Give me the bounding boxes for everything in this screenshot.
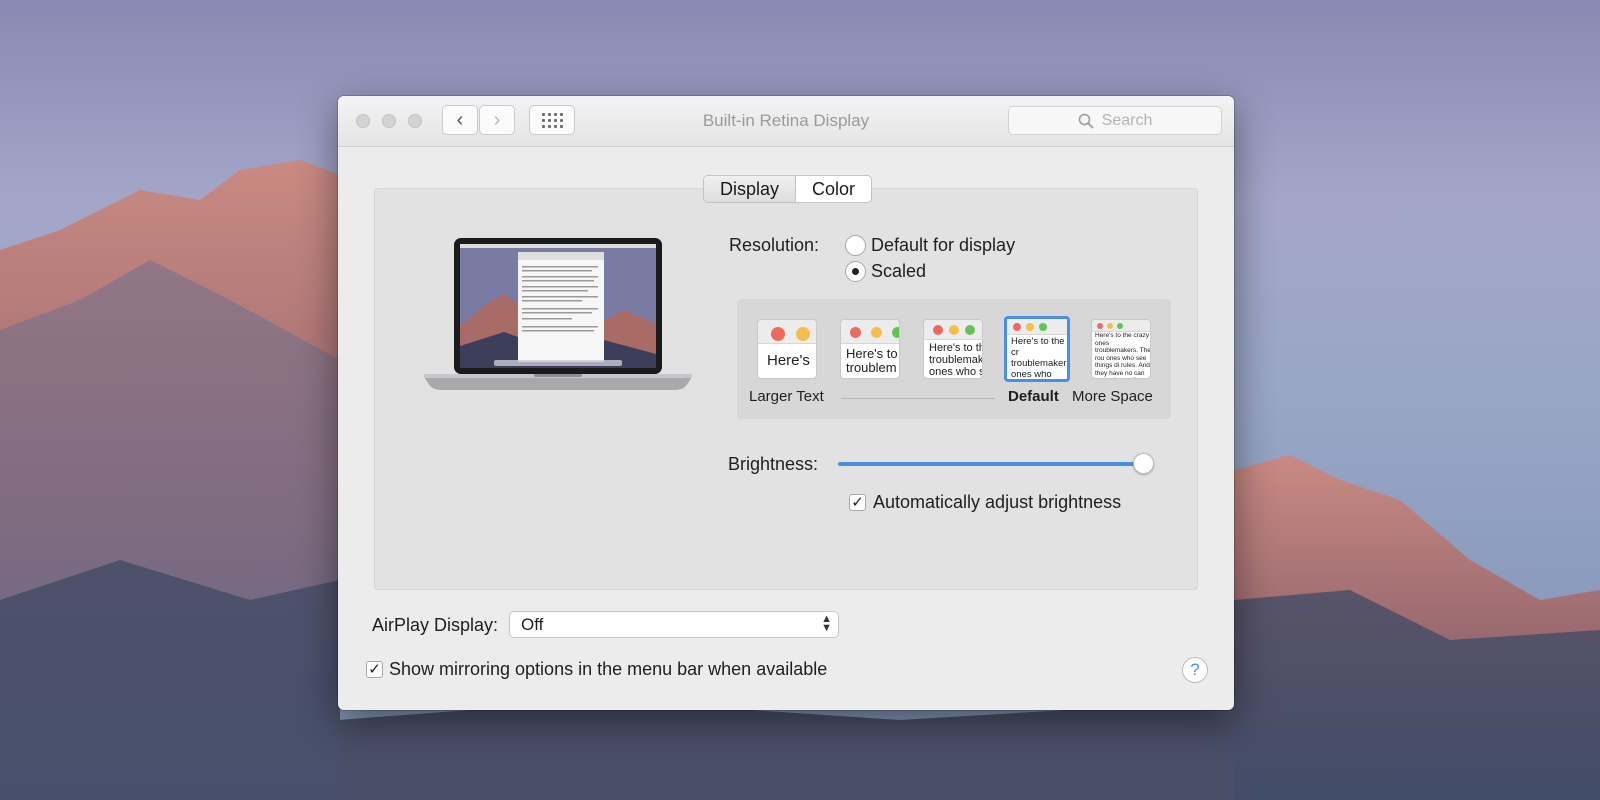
airplay-display-popup[interactable]: Off ▲ ▼ — [509, 611, 839, 638]
scale-option-more-space[interactable]: Here's to the crazy ones troublemakers. … — [1091, 319, 1151, 379]
tab-display[interactable]: Display — [704, 176, 797, 202]
show-mirroring-checkbox[interactable]: ✓ — [366, 661, 383, 678]
scale-option-2[interactable]: Here's to troublem — [840, 319, 900, 379]
scale-preview-text: Here's to troublem — [846, 346, 898, 375]
scale-preview-text: Here's to the crazy ones troublemakers. … — [1095, 332, 1151, 378]
auto-brightness-label: Automatically adjust brightness — [873, 492, 1122, 512]
default-for-display-label: Default for display — [871, 235, 1016, 255]
title-bar: ‹ › Built-in Retina Display Search — [338, 96, 1234, 147]
show-mirroring-label: Show mirroring options in the menu bar w… — [389, 659, 828, 679]
scale-preview-text: Here's to th troublemak ones who s — [929, 342, 983, 378]
help-button[interactable]: ? — [1182, 657, 1208, 683]
scale-divider-line — [841, 398, 995, 399]
default-label: Default — [1008, 388, 1059, 405]
brightness-slider-track[interactable] — [838, 462, 1145, 466]
larger-text-label: Larger Text — [749, 388, 824, 405]
default-for-display-radio[interactable] — [845, 235, 866, 256]
scale-option-default[interactable]: Here's to the cr troublemakers. ones who… — [1004, 316, 1070, 382]
tab-bar: Display Color — [703, 175, 873, 203]
brightness-slider-knob[interactable] — [1133, 453, 1154, 474]
search-field[interactable]: Search — [1008, 106, 1222, 135]
airplay-display-label: AirPlay Display: — [372, 615, 499, 635]
scale-preview-text: Here's — [767, 352, 810, 369]
scaled-radio[interactable] — [845, 261, 866, 282]
macbook-illustration — [424, 238, 692, 390]
preferences-window: ‹ › Built-in Retina Display Search Displ… — [338, 96, 1234, 710]
auto-brightness-checkbox[interactable]: ✓ — [849, 494, 866, 511]
tab-color[interactable]: Color — [796, 176, 871, 202]
scale-option-larger-text[interactable]: Here's — [757, 319, 817, 379]
updown-arrows-icon: ▲ ▼ — [821, 613, 832, 634]
brightness-label: Brightness: — [728, 454, 819, 474]
search-placeholder: Search — [1101, 111, 1153, 129]
search-icon — [1078, 113, 1094, 128]
scaling-chooser: Here's Here's to troublem Here's to th t… — [737, 299, 1171, 419]
scaled-label: Scaled — [871, 261, 927, 281]
more-space-label: More Space — [1072, 388, 1153, 405]
scale-preview-text: Here's to the cr troublemakers. ones who… — [1011, 336, 1070, 380]
airplay-display-value: Off — [521, 614, 544, 634]
scale-option-3[interactable]: Here's to th troublemak ones who s — [923, 319, 983, 379]
question-mark-icon: ? — [1190, 660, 1200, 679]
resolution-label: Resolution: — [729, 235, 820, 255]
